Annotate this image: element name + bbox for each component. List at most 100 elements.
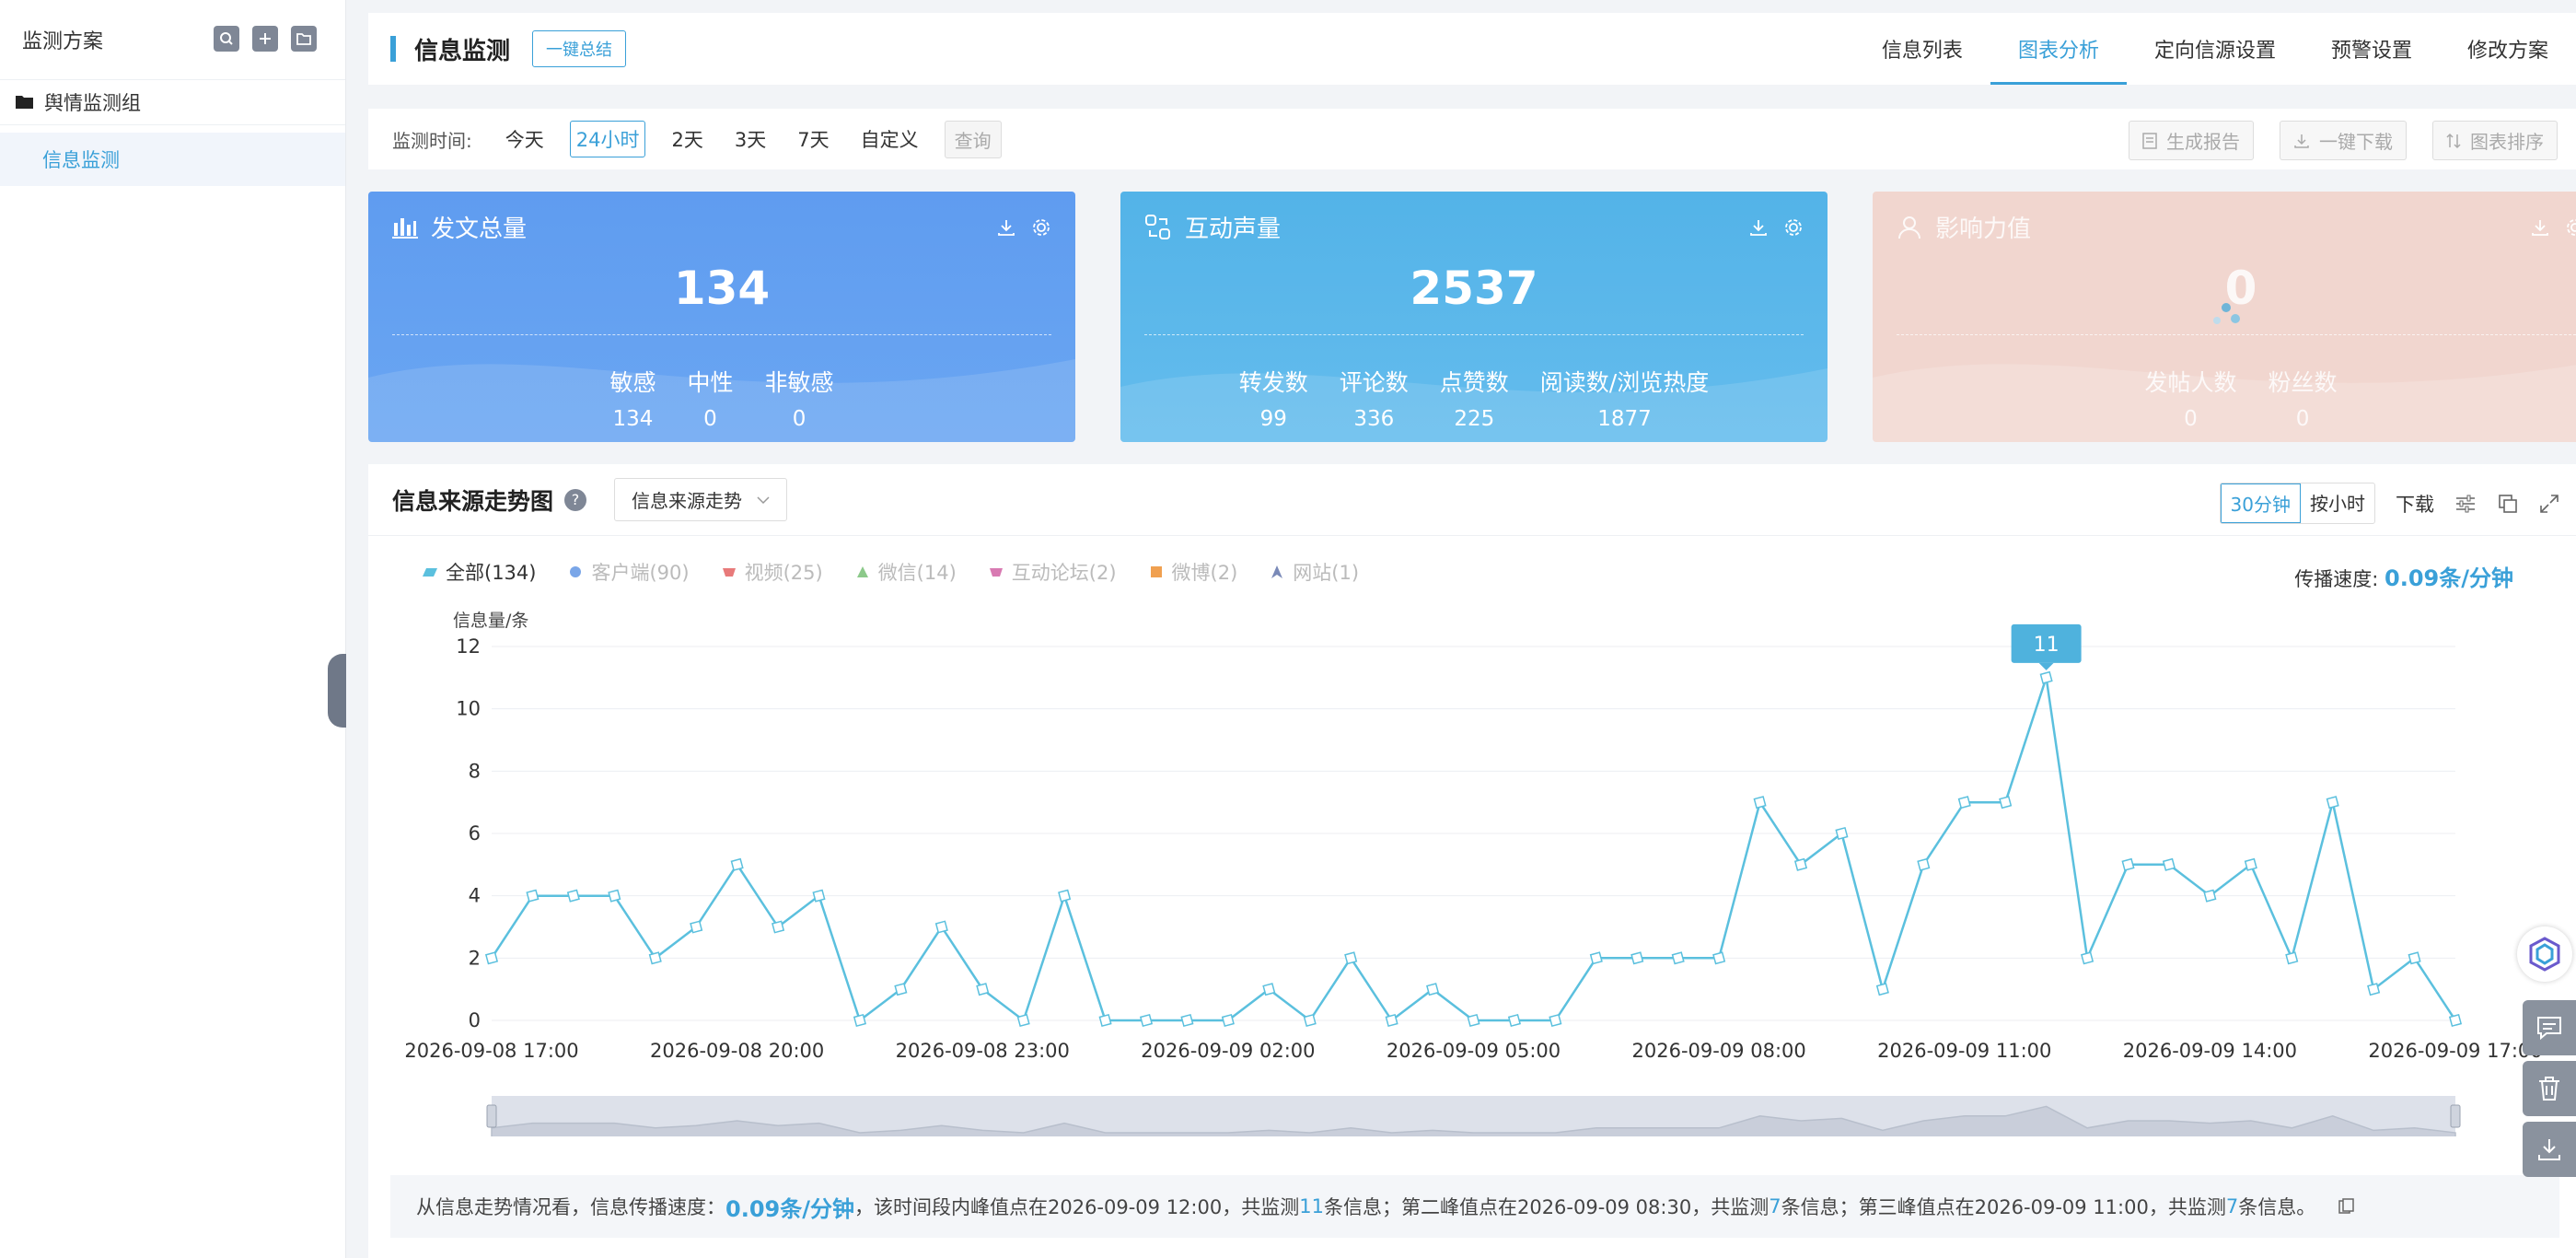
tab-chart-analysis[interactable]: 图表分析 bbox=[1990, 13, 2127, 85]
granularity-30min[interactable]: 30分钟 bbox=[2220, 483, 2301, 523]
legend-item[interactable]: 微信(14) bbox=[854, 558, 957, 586]
legend-item[interactable]: 互动论坛(2) bbox=[988, 558, 1117, 586]
tab-source-settings[interactable]: 定向信源设置 bbox=[2127, 13, 2303, 85]
download-icon[interactable] bbox=[2530, 217, 2550, 238]
summary-text-3: 条信息；第二峰值点在2026-09-09 08:30，共监测 bbox=[1323, 1196, 1770, 1218]
help-icon[interactable]: ? bbox=[564, 488, 587, 511]
data-point bbox=[894, 983, 908, 996]
legend-marker-icon bbox=[1271, 565, 1283, 578]
stat-value: 134 bbox=[612, 407, 654, 431]
summary-peak-1: 11 bbox=[1299, 1195, 1324, 1217]
delete-float-button[interactable] bbox=[2523, 1061, 2576, 1116]
panel-title: 信息来源走势图 bbox=[392, 487, 554, 515]
trend-type-value: 信息来源走势 bbox=[632, 490, 743, 512]
sidebar-collapse-handle[interactable] bbox=[328, 654, 346, 728]
y-tick-label: 2 bbox=[469, 947, 481, 969]
assistant-logo-icon[interactable] bbox=[2517, 926, 2572, 982]
legend-item[interactable]: 网站(1) bbox=[1269, 558, 1359, 586]
granularity-hourly[interactable]: 按小时 bbox=[2301, 483, 2374, 523]
series-line bbox=[490, 677, 2457, 1023]
card-title: 发文总量 bbox=[431, 215, 528, 243]
title-accent-bar bbox=[390, 36, 396, 62]
data-point bbox=[484, 951, 499, 965]
download-float-button[interactable] bbox=[2523, 1122, 2576, 1177]
feedback-float-button[interactable] bbox=[2523, 1000, 2576, 1055]
legend-item[interactable]: 全部(134) bbox=[422, 558, 536, 586]
zoom-handle-left[interactable] bbox=[486, 1104, 497, 1128]
filter-24h[interactable]: 24小时 bbox=[569, 121, 646, 157]
stat-label: 转发数 bbox=[1238, 369, 1308, 396]
filter-2d[interactable]: 2天 bbox=[666, 122, 708, 157]
copy-icon[interactable] bbox=[2497, 493, 2519, 515]
data-point bbox=[1549, 1013, 1562, 1028]
filter-3d[interactable]: 3天 bbox=[729, 122, 772, 157]
time-filter-bar: 监测时间: 今天 24小时 2天 3天 7天 自定义 查询 生成报告 一键下载 … bbox=[368, 109, 2576, 169]
tab-info-list[interactable]: 信息列表 bbox=[1854, 13, 1990, 85]
interaction-volume-card: 互动声量 2537 转发数 99 评论数 336 点赞数 225 阅读数/浏览热度 18… bbox=[1120, 192, 1828, 442]
sidebar-group[interactable]: 舆情监测组 bbox=[0, 79, 345, 125]
download-link[interactable]: 下载 bbox=[2396, 490, 2434, 518]
download-icon[interactable] bbox=[1748, 217, 1769, 238]
chart-legend: 全部(134) 客户端(90) 视频(25) 微信(14) 互动论坛(2) 微博(2) 网站… bbox=[422, 558, 1359, 586]
summary-peak-3: 7 bbox=[2225, 1195, 2239, 1217]
query-button[interactable]: 查询 bbox=[944, 120, 1002, 158]
chart-sort-button[interactable]: 图表排序 bbox=[2432, 121, 2558, 160]
stat-value: 1877 bbox=[1597, 407, 1652, 431]
copy-icon[interactable] bbox=[2338, 1197, 2356, 1216]
stat-value: 0 bbox=[703, 407, 717, 431]
trend-summary: 从信息走势情况看，信息传播速度： 0.09条/分钟 ，该时间段内峰值点在2026… bbox=[390, 1175, 2559, 1238]
sidebar-item-info-monitor[interactable]: 信息监测 bbox=[0, 133, 345, 186]
folder-icon[interactable] bbox=[291, 26, 317, 52]
tab-alert-settings[interactable]: 预警设置 bbox=[2303, 13, 2440, 85]
stat-value: 225 bbox=[1454, 407, 1495, 431]
card-tools bbox=[996, 217, 1051, 238]
generate-report-button[interactable]: 生成报告 bbox=[2129, 121, 2254, 160]
loading-spinner-icon bbox=[2213, 303, 2240, 324]
add-icon[interactable] bbox=[252, 26, 278, 52]
stat-non-sensitive: 非敏感 0 bbox=[765, 365, 834, 431]
x-tick-label: 2026-09-09 08:00 bbox=[1632, 1040, 1806, 1062]
legend-label: 互动论坛(2) bbox=[1011, 562, 1117, 584]
data-point bbox=[2162, 857, 2176, 871]
influence-value-card: 影响力值 0 发帖人数 0 粉丝数 0 bbox=[1873, 192, 2576, 442]
legend-label: 视频(25) bbox=[744, 562, 823, 584]
data-point bbox=[1507, 1013, 1521, 1028]
tab-edit-plan[interactable]: 修改方案 bbox=[2440, 13, 2576, 85]
filter-today[interactable]: 今天 bbox=[500, 122, 550, 157]
search-icon[interactable] bbox=[214, 26, 239, 52]
data-point bbox=[1058, 889, 1072, 903]
one-click-download-label: 一键下载 bbox=[2319, 131, 2393, 153]
zoom-handle-right[interactable] bbox=[2450, 1104, 2461, 1128]
data-point bbox=[1262, 983, 1276, 996]
trend-type-select[interactable]: 信息来源走势 bbox=[614, 478, 788, 521]
one-click-download-button[interactable]: 一键下载 bbox=[2280, 121, 2407, 160]
chevron-down-icon bbox=[757, 495, 770, 504]
legend-item[interactable]: 视频(25) bbox=[721, 558, 823, 586]
data-point bbox=[976, 983, 990, 996]
download-icon[interactable] bbox=[996, 217, 1016, 238]
filter-7d[interactable]: 7天 bbox=[792, 122, 834, 157]
data-point bbox=[1793, 857, 1808, 871]
card-header: 影响力值 bbox=[1897, 210, 2031, 244]
one-click-summary-button[interactable]: 一键总结 bbox=[532, 30, 627, 67]
user-icon bbox=[1898, 215, 1920, 239]
data-point bbox=[1630, 951, 1644, 965]
stat-value: 99 bbox=[1259, 407, 1287, 431]
source-trend-panel: 信息来源走势图 ? 信息来源走势 30分钟 按小时 下载 全部(134) 客户端(… bbox=[368, 464, 2576, 1258]
legend-item[interactable]: 微博(2) bbox=[1148, 558, 1237, 586]
filter-custom[interactable]: 自定义 bbox=[855, 122, 924, 157]
stat-value: 336 bbox=[1353, 407, 1395, 431]
data-point bbox=[1467, 1013, 1480, 1028]
gear-icon[interactable] bbox=[1783, 217, 1804, 238]
sidebar-item-label: 信息监测 bbox=[42, 149, 120, 171]
y-axis-label: 信息量/条 bbox=[453, 611, 528, 631]
stat-label: 阅读数/浏览热度 bbox=[1539, 369, 1710, 396]
settings-sliders-icon[interactable] bbox=[2454, 494, 2477, 514]
x-tick-label: 2026-09-08 17:00 bbox=[404, 1040, 578, 1062]
legend-item[interactable]: 客户端(90) bbox=[567, 558, 690, 586]
card-divider bbox=[1897, 334, 2576, 335]
gear-icon[interactable] bbox=[2565, 217, 2576, 238]
data-point bbox=[1385, 1013, 1398, 1028]
fullscreen-icon[interactable] bbox=[2539, 494, 2559, 514]
gear-icon[interactable] bbox=[1031, 217, 1051, 238]
